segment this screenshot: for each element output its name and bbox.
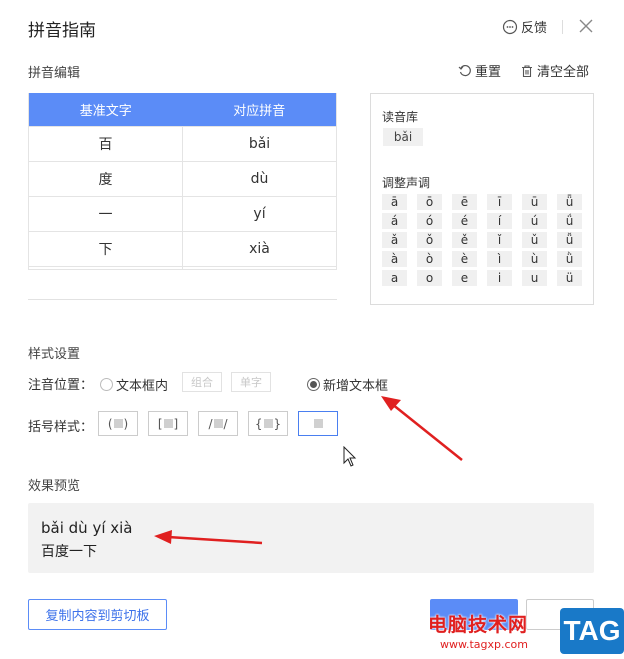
tone-option[interactable]: á bbox=[382, 213, 407, 229]
tone-option[interactable]: a bbox=[382, 270, 407, 286]
cell-char[interactable]: 百 bbox=[29, 127, 182, 161]
tone-option[interactable]: ò bbox=[417, 251, 442, 267]
tone-option[interactable]: o bbox=[417, 270, 442, 286]
cell-pinyin[interactable]: dù bbox=[182, 162, 336, 196]
table-bottom-divider bbox=[28, 299, 337, 300]
radio-new-textbox-label: 新增文本框 bbox=[323, 379, 389, 394]
tone-option[interactable]: ú bbox=[522, 213, 547, 229]
tone-option[interactable]: à bbox=[382, 251, 407, 267]
reading-chip[interactable]: bǎi bbox=[383, 128, 423, 146]
header-divider bbox=[562, 20, 563, 34]
tone-option[interactable]: ǎ bbox=[382, 232, 407, 248]
table-row[interactable]: 一 yí bbox=[29, 196, 336, 231]
pinyin-edit-label: 拼音编辑 bbox=[28, 66, 81, 81]
bracket-option-curly[interactable]: {} bbox=[248, 411, 288, 436]
radio-in-textbox[interactable]: 文本框内 bbox=[100, 375, 168, 394]
table-row-empty bbox=[29, 266, 336, 269]
bracket-option-paren[interactable]: () bbox=[98, 411, 138, 436]
feedback-icon bbox=[502, 19, 518, 34]
tone-option[interactable]: è bbox=[452, 251, 477, 267]
watermark-url: www.tagxp.com bbox=[440, 638, 528, 651]
tone-option[interactable]: ǜ bbox=[557, 251, 582, 267]
arrow-to-new-textbox bbox=[381, 396, 463, 461]
radio-circle[interactable] bbox=[100, 378, 113, 391]
tone-option[interactable]: ó bbox=[417, 213, 442, 229]
bracket-option-none[interactable] bbox=[298, 411, 338, 436]
bracket-option-square[interactable]: [] bbox=[148, 411, 188, 436]
radio-new-textbox[interactable]: 新增文本框 bbox=[307, 375, 388, 394]
tone-option[interactable]: ē bbox=[452, 194, 477, 210]
radio-in-textbox-label: 文本框内 bbox=[116, 379, 169, 394]
tone-grid: ā ō ē ī ū ǖ á ó é í ú ǘ ǎ ǒ ě ǐ ǔ ǚ à ò … bbox=[382, 194, 582, 286]
combine-button[interactable]: 组合 bbox=[182, 372, 222, 392]
close-icon[interactable] bbox=[576, 16, 596, 36]
watermark-tag-logo: TAG bbox=[560, 608, 624, 654]
single-char-button[interactable]: 单字 bbox=[231, 372, 271, 392]
cell-char[interactable]: 一 bbox=[29, 197, 182, 231]
preview-pinyin-line: bǎi dù yí xià bbox=[41, 519, 133, 537]
tone-adjust-label: 调整声调 bbox=[382, 176, 431, 190]
tone-option[interactable]: ü bbox=[557, 270, 582, 286]
cell-char[interactable]: 下 bbox=[29, 232, 182, 266]
tone-option[interactable]: i bbox=[487, 270, 512, 286]
tone-option[interactable]: ǚ bbox=[557, 232, 582, 248]
tone-option[interactable]: ì bbox=[487, 251, 512, 267]
reset-button[interactable]: 重置 bbox=[458, 61, 501, 80]
column-header-pinyin: 对应拼音 bbox=[233, 104, 286, 119]
clear-all-button[interactable]: 清空全部 bbox=[520, 61, 589, 80]
bracket-option-slash[interactable]: / / bbox=[198, 411, 238, 436]
preview-box bbox=[28, 503, 594, 573]
preview-label: 效果预览 bbox=[28, 479, 81, 494]
table-row[interactable]: 度 dù bbox=[29, 161, 336, 196]
preview-text-line: 百度一下 bbox=[41, 544, 97, 560]
tone-option[interactable]: ǖ bbox=[557, 194, 582, 210]
tone-option[interactable]: ǔ bbox=[522, 232, 547, 248]
copy-to-clipboard-button[interactable]: 复制内容到剪切板 bbox=[28, 599, 167, 630]
tone-option[interactable]: ǐ bbox=[487, 232, 512, 248]
cell-pinyin[interactable]: xià bbox=[182, 232, 336, 266]
tone-option[interactable]: e bbox=[452, 270, 477, 286]
table-header: 基准文字 对应拼音 bbox=[29, 93, 336, 126]
tone-option[interactable]: ū bbox=[522, 194, 547, 210]
tone-option[interactable]: ǘ bbox=[557, 213, 582, 229]
style-settings-label: 样式设置 bbox=[28, 347, 81, 362]
mouse-cursor-icon bbox=[343, 446, 357, 467]
tone-option[interactable]: ī bbox=[487, 194, 512, 210]
reset-label: 重置 bbox=[475, 65, 502, 80]
cell-pinyin[interactable]: bǎi bbox=[182, 127, 336, 161]
cell-pinyin[interactable]: yí bbox=[182, 197, 336, 231]
watermark-site-name: 电脑技术网 bbox=[428, 614, 529, 636]
bracket-style-label: 括号样式： bbox=[28, 420, 94, 435]
tone-option[interactable]: ā bbox=[382, 194, 407, 210]
column-header-base-text: 基准文字 bbox=[79, 104, 132, 119]
cell-char[interactable]: 度 bbox=[29, 162, 182, 196]
tone-option[interactable]: ǒ bbox=[417, 232, 442, 248]
trash-icon bbox=[522, 64, 532, 77]
reset-icon bbox=[458, 64, 471, 76]
dialog-title: 拼音指南 bbox=[28, 21, 96, 41]
tone-option[interactable]: ō bbox=[417, 194, 442, 210]
table-row[interactable]: 百 bǎi bbox=[29, 126, 336, 161]
tone-option[interactable]: u bbox=[522, 270, 547, 286]
tone-option[interactable]: ù bbox=[522, 251, 547, 267]
position-label: 注音位置： bbox=[28, 378, 94, 393]
clear-all-label: 清空全部 bbox=[537, 65, 590, 80]
pinyin-table: 基准文字 对应拼音 百 bǎi 度 dù 一 yí 下 xià bbox=[28, 93, 337, 270]
tone-option[interactable]: é bbox=[452, 213, 477, 229]
radio-circle-selected[interactable] bbox=[307, 378, 320, 391]
tone-option[interactable]: ě bbox=[452, 232, 477, 248]
reading-library-label: 读音库 bbox=[382, 110, 419, 124]
tone-option[interactable]: í bbox=[487, 213, 512, 229]
table-row[interactable]: 下 xià bbox=[29, 231, 336, 266]
feedback-button[interactable]: 反馈 bbox=[502, 17, 547, 36]
feedback-label: 反馈 bbox=[521, 21, 548, 36]
